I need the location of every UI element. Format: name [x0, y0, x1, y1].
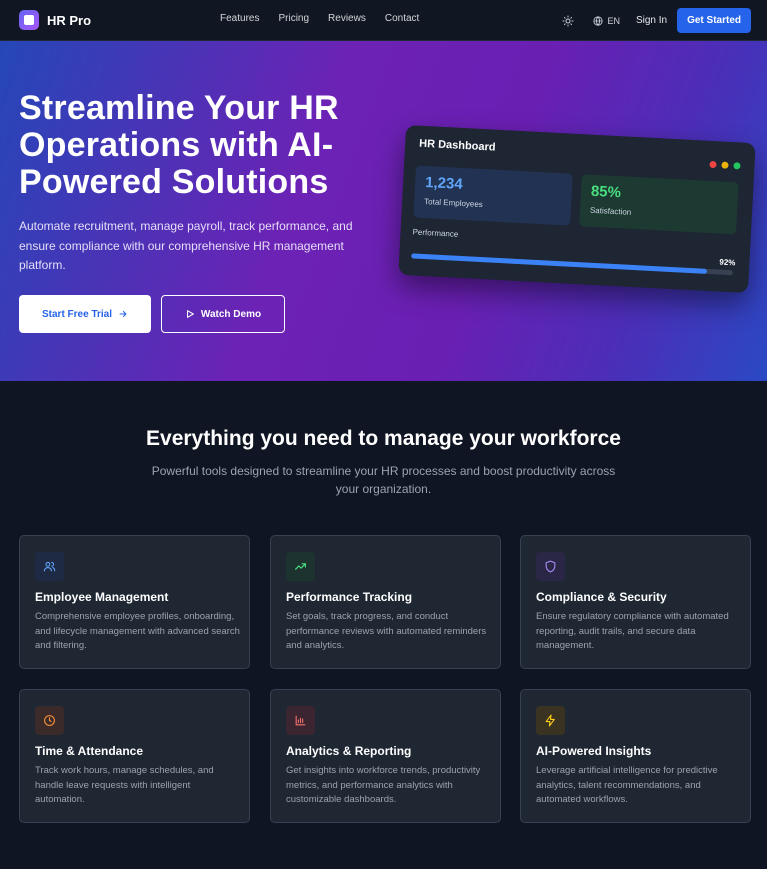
feature-card-compliance-security[interactable]: Compliance & Security Ensure regulatory …	[520, 535, 751, 669]
feature-title: AI-Powered Insights	[536, 744, 652, 758]
feature-card-employee-management[interactable]: Employee Management Comprehensive employ…	[19, 535, 250, 669]
feature-description: Leverage artificial intelligence for pre…	[536, 765, 718, 806]
feature-description: Get insights into workforce trends, prod…	[286, 765, 481, 806]
features-subtitle: Powerful tools designed to streamline yo…	[151, 464, 616, 496]
start-free-trial-label: Start Free Trial	[41, 308, 113, 320]
window-dots	[709, 160, 741, 170]
feature-title: Employee Management	[35, 590, 169, 604]
feature-description: Ensure regulatory compliance with automa…	[536, 611, 729, 652]
brand-name: HR Pro	[47, 12, 92, 28]
sign-in-link[interactable]: Sign In	[636, 15, 667, 26]
performance-label: Performance	[412, 227, 459, 239]
hr-dashboard-preview: HR Dashboard 1,234 Total Employees 85% S…	[398, 124, 756, 294]
feature-title: Compliance & Security	[536, 590, 667, 604]
clock-icon	[35, 706, 64, 735]
nav-link-pricing[interactable]: Pricing	[278, 13, 309, 24]
nav-actions: EN Sign In Get Started	[560, 8, 751, 33]
arrow-right-icon	[119, 310, 127, 318]
trending-up-icon	[286, 552, 315, 581]
feature-description: Track work hours, manage schedules, and …	[35, 765, 214, 806]
feature-card-performance-tracking[interactable]: Performance Tracking Set goals, track pr…	[270, 535, 501, 669]
brand[interactable]: HR Pro	[19, 10, 91, 30]
theme-toggle-sun-icon[interactable]	[560, 13, 576, 29]
stat-value: 85%	[590, 182, 622, 202]
bar-chart-icon	[286, 706, 315, 735]
feature-card-analytics-reporting[interactable]: Analytics & Reporting Get insights into …	[270, 689, 501, 823]
play-icon	[186, 310, 194, 318]
nav-links: Features Pricing Reviews Contact	[220, 13, 438, 24]
performance-value: 92%	[719, 257, 736, 268]
get-started-button[interactable]: Get Started	[677, 8, 751, 33]
shield-icon	[536, 552, 565, 581]
performance-progress-fill	[411, 253, 708, 274]
language-selector[interactable]: EN	[593, 16, 620, 26]
feature-description: Set goals, track progress, and conduct p…	[286, 611, 487, 652]
nav-link-reviews[interactable]: Reviews	[328, 13, 366, 24]
feature-title: Analytics & Reporting	[286, 744, 412, 758]
nav-link-features[interactable]: Features	[220, 13, 259, 24]
hero-headline: Streamline Your HR Operations with AI-Po…	[19, 89, 339, 201]
feature-description: Comprehensive employee profiles, onboard…	[35, 611, 240, 652]
hero-section: Streamline Your HR Operations with AI-Po…	[0, 41, 767, 381]
top-navbar: HR Pro Features Pricing Reviews Contact …	[0, 0, 767, 41]
nav-link-contact[interactable]: Contact	[385, 13, 419, 24]
stat-label: Satisfaction	[589, 205, 632, 217]
features-title: Everything you need to manage your workf…	[146, 427, 621, 450]
performance-progress-bar	[411, 253, 734, 276]
stat-label: Total Employees	[423, 196, 484, 210]
users-icon	[35, 552, 64, 581]
stat-value: 1,234	[424, 174, 464, 193]
feature-card-time-attendance[interactable]: Time & Attendance Track work hours, mana…	[19, 689, 250, 823]
language-code: EN	[607, 15, 620, 26]
feature-title: Time & Attendance	[35, 744, 144, 758]
stat-total-employees: 1,234 Total Employees	[413, 165, 573, 226]
watch-demo-label: Watch Demo	[200, 308, 262, 320]
stat-satisfaction: 85% Satisfaction	[579, 174, 739, 235]
logo-icon	[19, 10, 39, 30]
feature-card-ai-powered-insights[interactable]: AI-Powered Insights Leverage artificial …	[520, 689, 751, 823]
globe-icon	[593, 15, 604, 26]
dashboard-title: HR Dashboard	[418, 137, 496, 154]
lightning-icon	[536, 706, 565, 735]
hero-description: Automate recruitment, manage payroll, tr…	[19, 219, 353, 272]
start-free-trial-button[interactable]: Start Free Trial	[19, 295, 151, 333]
feature-title: Performance Tracking	[286, 590, 413, 604]
watch-demo-button[interactable]: Watch Demo	[161, 295, 285, 333]
